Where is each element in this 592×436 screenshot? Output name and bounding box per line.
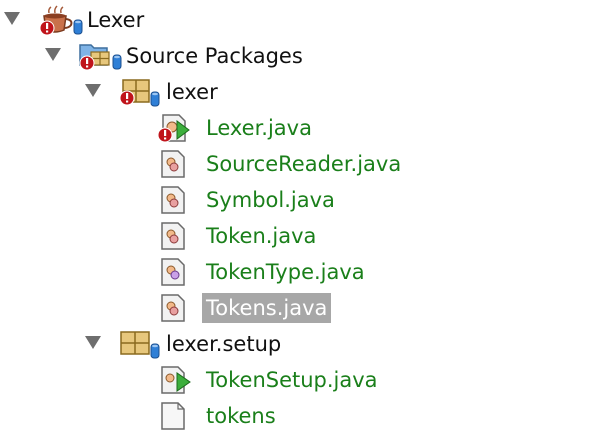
file-label[interactable]: Token.java bbox=[206, 223, 316, 249]
java-class-icon bbox=[160, 293, 188, 323]
expand-toggle-source-packages[interactable] bbox=[45, 48, 61, 61]
tree-row-package-lexer-setup[interactable]: lexer.setup bbox=[0, 326, 592, 362]
package-icon bbox=[117, 76, 167, 108]
source-packages-folder-icon bbox=[77, 39, 125, 73]
file-label[interactable]: TokenSetup.java bbox=[206, 367, 378, 393]
plain-file-icon bbox=[160, 401, 188, 431]
tree-row-file[interactable]: Symbol.java bbox=[0, 182, 592, 218]
project-tree[interactable]: Lexer Source Packages lexer Lexer.java S… bbox=[0, 0, 592, 436]
java-main-class-icon bbox=[160, 365, 194, 395]
java-class-icon bbox=[160, 149, 188, 179]
tree-row-file[interactable]: tokens bbox=[0, 398, 592, 434]
file-label[interactable]: tokens bbox=[206, 403, 276, 429]
tree-row-file[interactable]: Token.java bbox=[0, 218, 592, 254]
tree-row-source-packages[interactable]: Source Packages bbox=[0, 38, 592, 74]
expand-toggle-project[interactable] bbox=[4, 12, 20, 25]
tree-row-file-selected[interactable]: Tokens.java bbox=[0, 290, 592, 326]
tree-row-file[interactable]: TokenSetup.java bbox=[0, 362, 592, 398]
file-label[interactable]: Lexer.java bbox=[206, 115, 312, 141]
package-label-lexer-setup[interactable]: lexer.setup bbox=[166, 331, 281, 357]
tree-row-package-lexer[interactable]: lexer bbox=[0, 74, 592, 110]
file-label[interactable]: SourceReader.java bbox=[206, 151, 401, 177]
java-class-icon bbox=[160, 185, 188, 215]
expand-toggle-lexer[interactable] bbox=[85, 84, 101, 97]
tree-row-file[interactable]: Lexer.java bbox=[0, 110, 592, 146]
file-label[interactable]: Tokens.java bbox=[202, 293, 332, 323]
tree-row-project[interactable]: Lexer bbox=[0, 2, 592, 38]
package-icon bbox=[117, 328, 167, 360]
project-label[interactable]: Lexer bbox=[87, 7, 144, 33]
source-packages-label[interactable]: Source Packages bbox=[126, 43, 303, 69]
tree-row-file[interactable]: TokenType.java bbox=[0, 254, 592, 290]
project-icon bbox=[36, 4, 86, 38]
java-main-class-icon bbox=[157, 113, 193, 143]
tree-row-file[interactable]: SourceReader.java bbox=[0, 146, 592, 182]
java-enum-icon bbox=[160, 257, 188, 287]
file-label[interactable]: Symbol.java bbox=[206, 187, 335, 213]
package-label-lexer[interactable]: lexer bbox=[166, 79, 218, 105]
file-label[interactable]: TokenType.java bbox=[206, 259, 365, 285]
expand-toggle-lexer-setup[interactable] bbox=[85, 336, 101, 349]
java-class-icon bbox=[160, 221, 188, 251]
